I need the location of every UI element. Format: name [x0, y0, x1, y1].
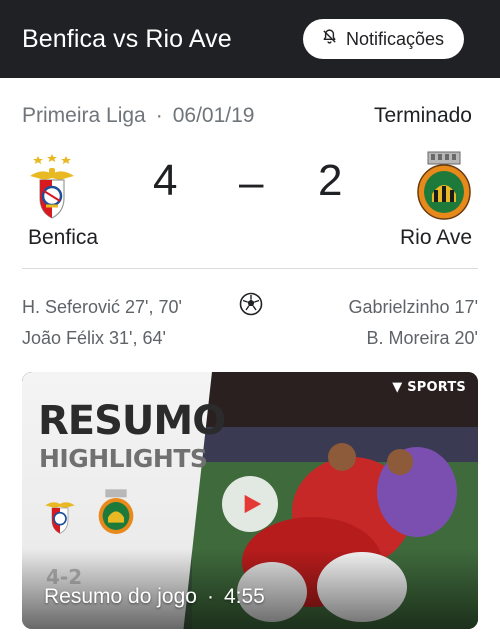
caption-separator: ·: [206, 585, 214, 608]
rio-ave-crest-icon[interactable]: [414, 150, 474, 222]
brand-logo-icon: ▼: [392, 380, 408, 395]
home-team-name[interactable]: Benfica: [28, 226, 98, 250]
benfica-crest-icon[interactable]: [22, 150, 82, 222]
away-team-name[interactable]: Rio Ave: [400, 226, 472, 250]
notifications-button-label: Notificações: [345, 28, 444, 49]
home-scorer-1: H. Seferović 27', 70': [22, 297, 182, 317]
match-date: 06/01/19: [172, 104, 255, 127]
app-header: Benfica vs Rio Ave Notificações: [0, 0, 500, 78]
home-score: 4: [153, 156, 178, 205]
resumo-title: RESUMO: [38, 398, 226, 444]
rio-ave-crest-icon: [96, 488, 136, 536]
bell-off-icon: [321, 28, 338, 50]
away-scorers: Gabrielzinho 17' B. Moreira 20': [348, 292, 478, 354]
score-separator: –: [239, 158, 264, 207]
match-meta-left: Primeira Liga · 06/01/19: [22, 104, 254, 128]
home-scorer-2: João Félix 31', 64': [22, 328, 166, 348]
match-meta: Primeira Liga · 06/01/19 Terminado: [22, 100, 472, 132]
competition-link[interactable]: Primeira Liga: [22, 104, 146, 128]
highlights-title: HIGHLIGHTS: [39, 444, 208, 473]
benfica-crest-icon: [40, 488, 80, 536]
play-icon: [244, 494, 262, 514]
video-title: Resumo do jogo: [44, 585, 197, 608]
brand-badge: ▼ SPORTS: [392, 380, 466, 395]
away-scorer-1: Gabrielzinho 17': [348, 297, 478, 317]
away-scorer-2: B. Moreira 20': [366, 328, 478, 348]
divider: [22, 268, 478, 269]
video-caption: Resumo do jogo · 4:55: [44, 585, 265, 609]
page-title: Benfica vs Rio Ave: [22, 24, 232, 53]
video-duration: 4:55: [223, 585, 265, 608]
notifications-button[interactable]: Notificações: [302, 19, 464, 59]
meta-separator: ·: [155, 104, 163, 127]
brand-badge-label: SPORTS: [407, 380, 466, 395]
soccer-ball-icon: [239, 292, 263, 316]
away-score: 2: [318, 156, 343, 205]
match-status: Terminado: [373, 104, 472, 127]
highlights-video-card[interactable]: RESUMO HIGHLIGHTS ▼ SPORTS 4-2 Resumo do…: [22, 372, 478, 629]
home-scorers: H. Seferović 27', 70' João Félix 31', 64…: [22, 292, 182, 354]
play-button[interactable]: [222, 476, 278, 532]
